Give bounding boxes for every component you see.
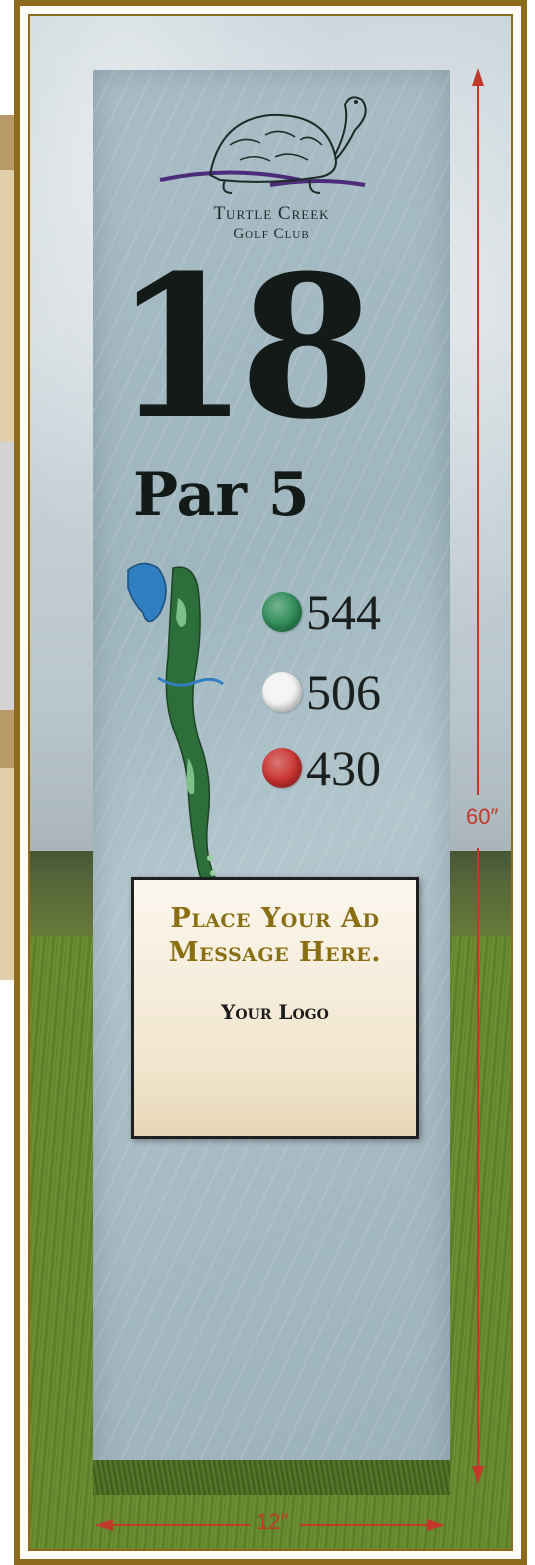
height-dimension-label: 60″ <box>466 804 499 829</box>
dimension-arrows <box>95 68 484 1531</box>
width-dimension-label: 12″ <box>256 1509 289 1534</box>
